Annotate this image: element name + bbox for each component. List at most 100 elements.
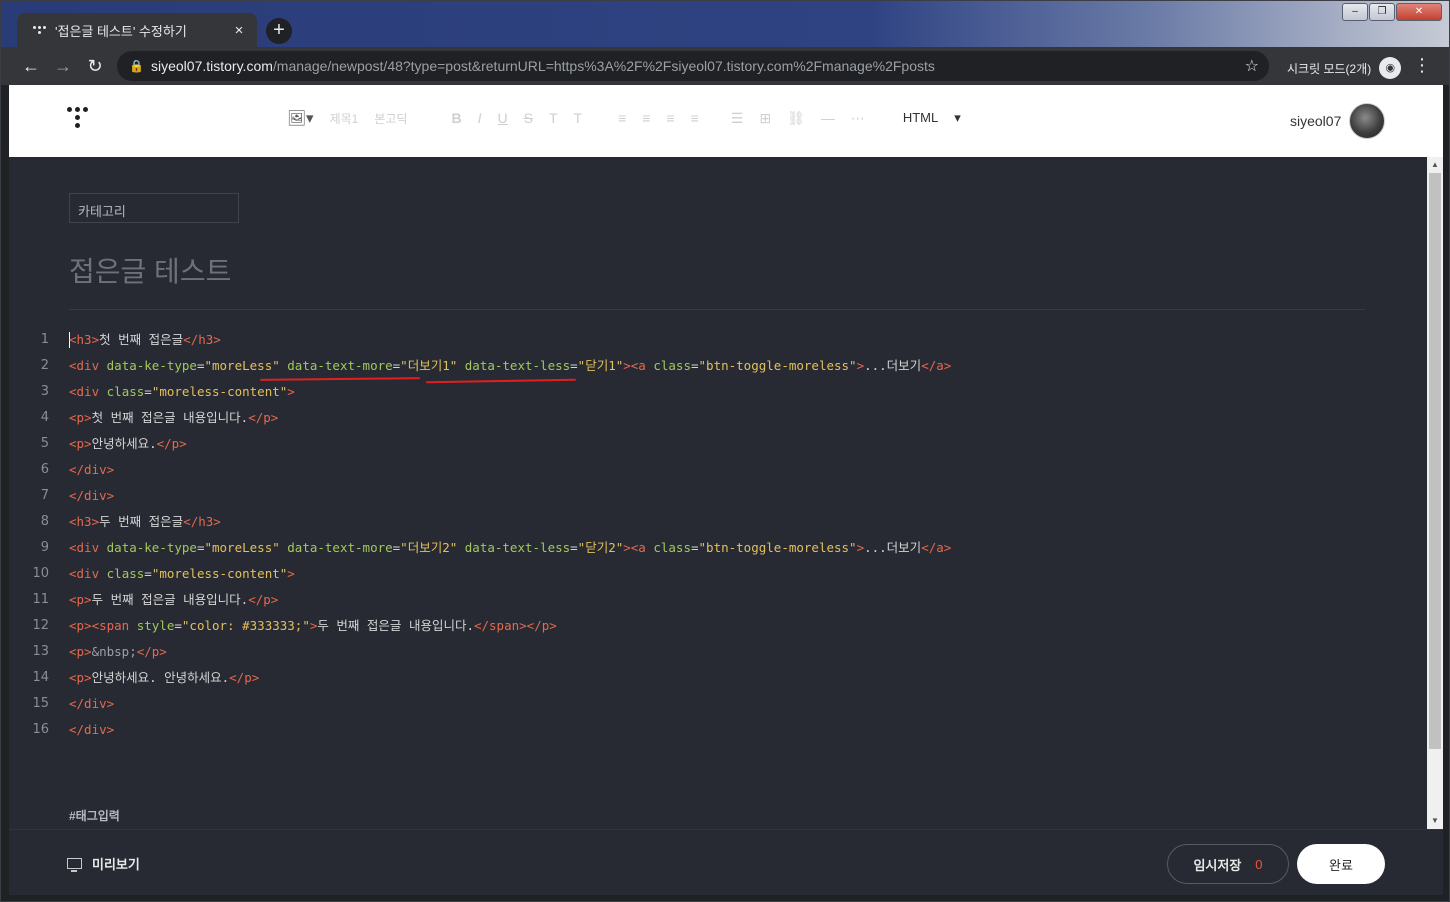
username: siyeol07 [1290, 113, 1342, 129]
address-bar[interactable]: 🔒 siyeol07.tistory.com/manage/newpost/48… [117, 51, 1269, 81]
underline-button[interactable]: U [497, 110, 507, 126]
code-text: <div class="moreless-content"> [69, 384, 295, 399]
code-text: </div> [69, 722, 115, 737]
close-window-button[interactable]: ✕ [1396, 3, 1442, 21]
category-select[interactable]: 카테고리 [69, 193, 239, 223]
more-menu-icon[interactable]: ⋮ [1413, 55, 1431, 76]
tistory-favicon-icon [31, 22, 47, 38]
text-color-button[interactable]: T [549, 110, 558, 126]
lock-icon: 🔒 [129, 59, 144, 73]
table-icon[interactable]: ⊞ [759, 110, 771, 127]
code-text: <div data-ke-type="moreLess" data-text-m… [69, 540, 952, 555]
line-number: 5 [40, 436, 49, 451]
browser-window: '접은글 테스트' 수정하기 × + – ❐ ✕ ← → ↻ 🔒 siyeol0… [0, 0, 1450, 902]
code-line[interactable]: 5 <p>안녕하세요.</p> [9, 431, 1427, 457]
line-number: 7 [40, 488, 49, 503]
code-line[interactable]: 7 </div> [9, 483, 1427, 509]
align-center-icon[interactable]: ≡ [642, 110, 650, 126]
browser-toolbar: ← → ↻ 🔒 siyeol07.tistory.com/manage/newp… [1, 47, 1449, 85]
title-divider [69, 309, 1365, 310]
code-line[interactable]: 6 </div> [9, 457, 1427, 483]
heading-dropdown[interactable]: 제목1 [330, 110, 359, 127]
tag-input[interactable]: #태그입력 [69, 807, 120, 824]
list-icon[interactable]: ☰ [731, 110, 744, 127]
done-button[interactable]: 완료 [1297, 844, 1385, 884]
line-number: 2 [40, 358, 49, 373]
scroll-down-icon[interactable]: ▼ [1427, 813, 1443, 829]
divider-icon[interactable]: — [821, 110, 835, 126]
line-number: 10 [32, 566, 49, 581]
code-text: </div> [69, 696, 115, 711]
code-text: <p><span style="color: #333333;">두 번째 접은… [69, 618, 557, 633]
align-right-icon[interactable]: ≡ [666, 110, 674, 126]
tistory-logo-icon[interactable] [67, 107, 95, 135]
background-color-button[interactable]: T [574, 110, 583, 126]
scroll-thumb[interactable] [1429, 173, 1441, 749]
code-line[interactable]: 12 <p><span style="color: #333333;">두 번째 … [9, 613, 1427, 639]
line-number: 13 [32, 644, 49, 659]
code-line[interactable]: 11 <p>두 번째 접은글 내용입니다.</p> [9, 587, 1427, 613]
italic-button[interactable]: I [478, 110, 482, 126]
code-text: <p>안녕하세요. 안녕하세요.</p> [69, 670, 260, 685]
code-line[interactable]: 2 <div data-ke-type="moreLess" data-text-… [9, 353, 1427, 379]
new-tab-button[interactable]: + [266, 18, 292, 44]
image-insert-icon[interactable]: 🖼▾ [287, 109, 314, 127]
maximize-button[interactable]: ❐ [1369, 3, 1395, 21]
close-tab-icon[interactable]: × [231, 22, 247, 39]
incognito-label: 시크릿 모드(2개) [1287, 61, 1372, 76]
code-line[interactable]: 4 <p>첫 번째 접은글 내용입니다.</p> [9, 405, 1427, 431]
code-line[interactable]: 10 <div class="moreless-content"> [9, 561, 1427, 587]
editor-scrollbar[interactable]: ▲ ▼ [1427, 157, 1443, 829]
temp-save-count[interactable]: 0 [1255, 857, 1262, 872]
code-line[interactable]: 3 <div class="moreless-content"> [9, 379, 1427, 405]
incognito-indicator[interactable]: 시크릿 모드(2개) ◉ [1287, 57, 1402, 79]
post-title-input[interactable]: 접은글 테스트 [69, 250, 231, 290]
bookmark-star-icon[interactable]: ☆ [1245, 56, 1259, 76]
align-left-icon[interactable]: ≡ [618, 110, 626, 126]
align-justify-icon[interactable]: ≡ [691, 110, 699, 126]
editor-body: 카테고리 접은글 테스트 1 <h3>첫 번째 접은글</h3> 2 <div dat… [9, 157, 1427, 829]
code-line[interactable]: 9 <div data-ke-type="moreLess" data-text-… [9, 535, 1427, 561]
bold-button[interactable]: B [451, 110, 461, 126]
link-icon[interactable]: ⛓ [787, 110, 805, 127]
avatar[interactable] [1349, 103, 1386, 139]
code-text: <div class="moreless-content"> [69, 566, 295, 581]
line-number: 1 [40, 332, 49, 347]
code-line[interactable]: 8 <h3>두 번째 접은글</h3> [9, 509, 1427, 535]
preview-label: 미리보기 [92, 857, 140, 872]
monitor-icon [67, 858, 82, 872]
line-number: 11 [32, 592, 49, 607]
back-arrow-icon[interactable]: ← [15, 50, 47, 82]
font-dropdown[interactable]: 본고딕 [374, 110, 407, 127]
temp-save-button[interactable]: 임시저장 0 [1167, 844, 1289, 884]
minimize-button[interactable]: – [1342, 3, 1368, 21]
tab-active[interactable]: '접은글 테스트' 수정하기 × [17, 13, 257, 47]
tab-strip: '접은글 테스트' 수정하기 × + – ❐ ✕ [1, 1, 1449, 47]
code-text: <p>첫 번째 접은글 내용입니다.</p> [69, 410, 279, 425]
line-number: 3 [40, 384, 49, 399]
code-text: <h3>두 번째 접은글</h3> [69, 514, 221, 529]
url-text: siyeol07.tistory.com/manage/newpost/48?t… [151, 58, 935, 74]
code-text: <p>두 번째 접은글 내용입니다.</p> [69, 592, 279, 607]
reload-icon[interactable]: ↻ [79, 50, 111, 82]
user-profile[interactable]: siyeol07 [1290, 103, 1386, 139]
line-number: 14 [32, 670, 49, 685]
code-line[interactable]: 1 <h3>첫 번째 접은글</h3> [9, 327, 1427, 353]
line-number: 4 [40, 410, 49, 425]
code-line[interactable]: 13 <p>&nbsp;</p> [9, 639, 1427, 665]
code-line[interactable]: 16 </div> [9, 717, 1427, 743]
forward-arrow-icon[interactable]: → [47, 50, 79, 82]
code-line[interactable]: 15 </div> [9, 691, 1427, 717]
scroll-up-icon[interactable]: ▲ [1427, 157, 1443, 173]
strikethrough-button[interactable]: S [524, 110, 533, 126]
code-text: <div data-ke-type="moreLess" data-text-m… [69, 358, 952, 373]
more-tools-icon[interactable]: ⋯ [851, 110, 865, 127]
editor-footer: 미리보기 임시저장 0 완료 [9, 829, 1443, 895]
html-code-editor[interactable]: 1 <h3>첫 번째 접은글</h3> 2 <div data-ke-type="mo… [9, 327, 1427, 743]
preview-button[interactable]: 미리보기 [67, 854, 140, 873]
code-text: <h3>첫 번째 접은글</h3> [69, 332, 221, 347]
html-mode-dropdown[interactable]: HTML ▾ [903, 110, 961, 126]
code-line[interactable]: 14 <p>안녕하세요. 안녕하세요.</p> [9, 665, 1427, 691]
tab-title: '접은글 테스트' 수정하기 [55, 23, 187, 39]
temp-save-label: 임시저장 [1193, 857, 1242, 873]
